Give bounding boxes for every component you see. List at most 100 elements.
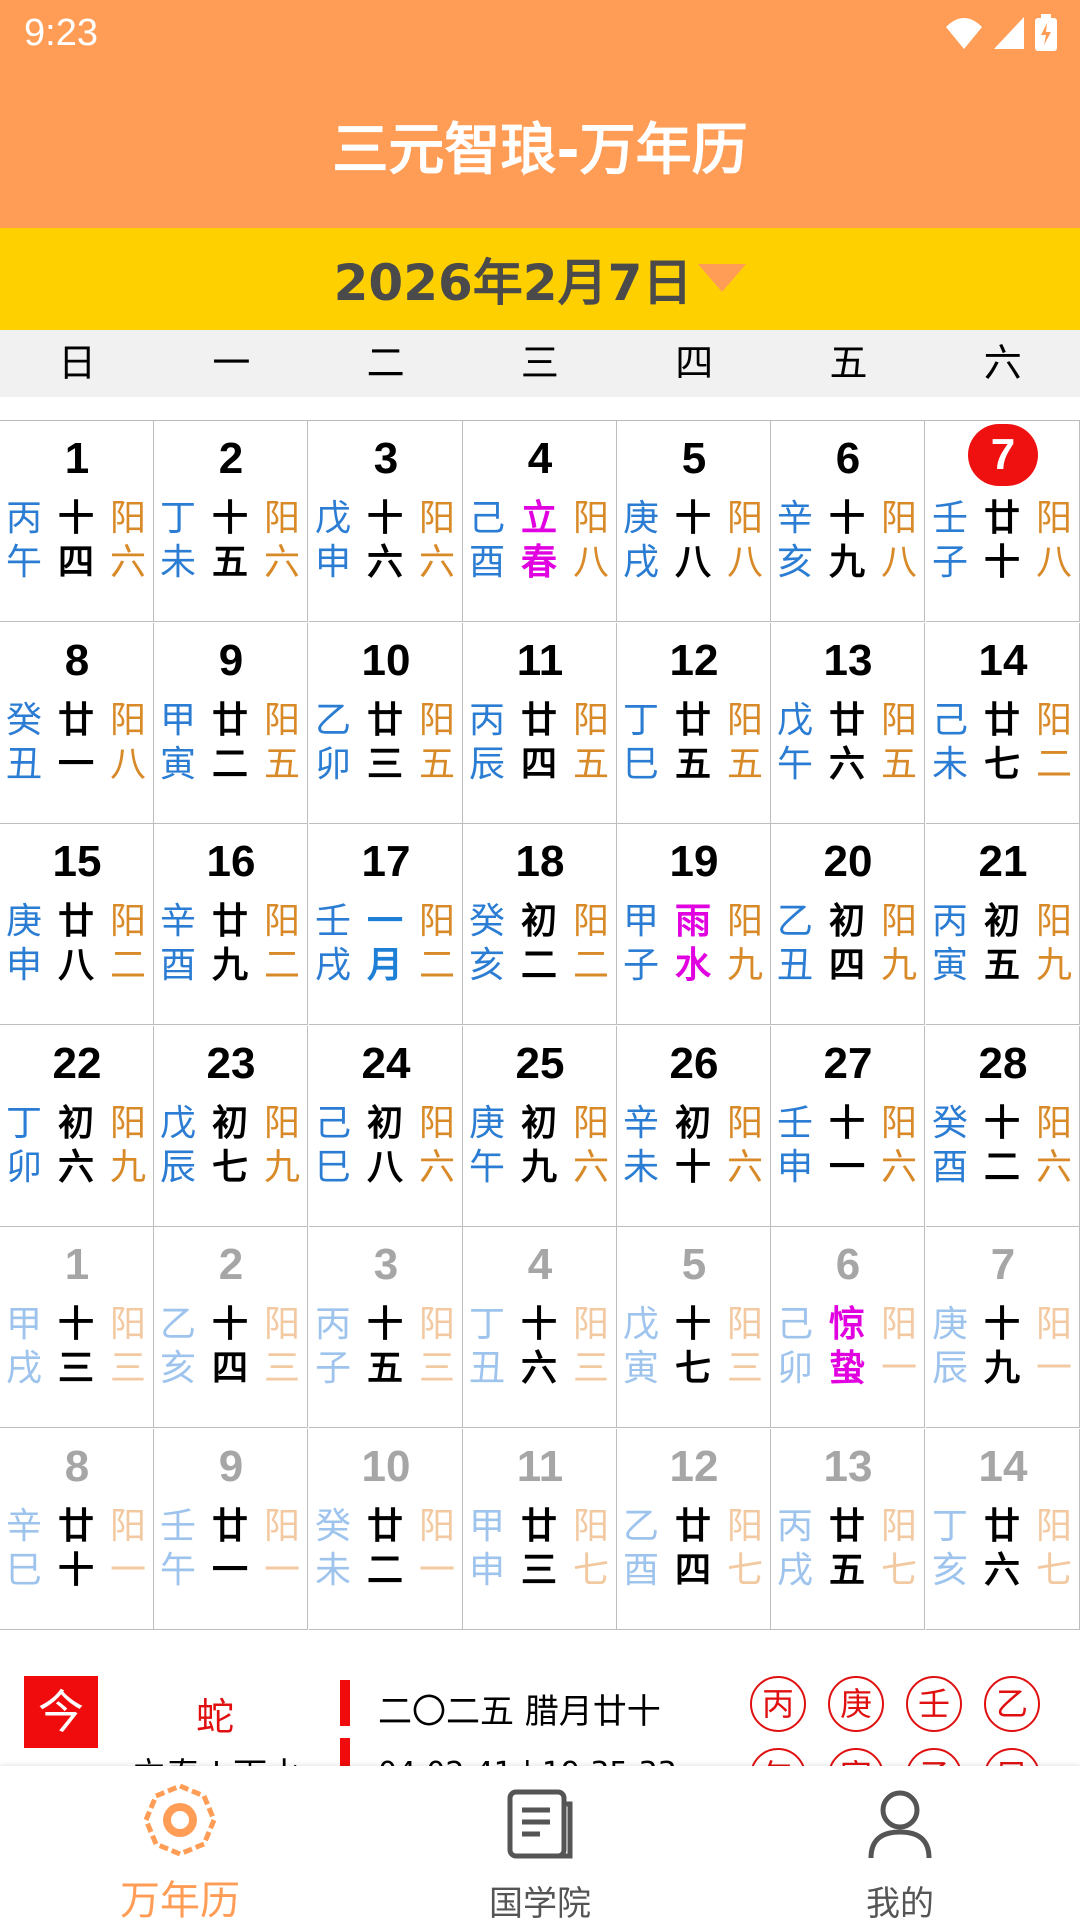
- ganzhi-label: 戊申: [314, 498, 351, 583]
- day-cell[interactable]: 13 丙戌 廿五 阳七: [771, 1429, 925, 1630]
- day-cell[interactable]: 8 辛巳 廿十 阳一: [0, 1429, 154, 1630]
- weekday-label: 四: [675, 341, 714, 385]
- today-button[interactable]: 今: [24, 1676, 98, 1748]
- day-cell[interactable]: 13 戊午 廿六 阳五: [771, 623, 925, 824]
- ganzhi-label: 甲子: [622, 901, 659, 986]
- day-cell[interactable]: 11 丙辰 廿四 阳五: [463, 623, 617, 824]
- ganzhi-label: 辛酉: [159, 901, 196, 986]
- nav-item-calendar[interactable]: 万年历: [0, 1766, 360, 1924]
- day-cell[interactable]: 7 壬子 廿十 阳八: [926, 421, 1080, 622]
- day-cell[interactable]: 2 乙亥 十四 阳三: [154, 1227, 308, 1428]
- lunar-day-label: 廿二: [211, 700, 248, 785]
- day-cell[interactable]: 26 辛未 初十 阳六: [617, 1026, 771, 1227]
- day-cell[interactable]: 25 庚午 初九 阳六: [463, 1026, 617, 1227]
- flying-star-label: 阳三: [726, 1304, 763, 1389]
- ganzhi-label: 丁亥: [931, 1506, 968, 1591]
- day-cell[interactable]: 21 丙寅 初五 阳九: [926, 824, 1080, 1025]
- nav-item-academy[interactable]: 国学院: [360, 1766, 720, 1924]
- day-cell[interactable]: 3 戊申 十六 阳六: [309, 421, 463, 622]
- day-cell[interactable]: 4 己酉 立春 阳八: [463, 421, 617, 622]
- flying-star-label: 阳一: [1035, 1304, 1072, 1389]
- ganzhi-label: 己酉: [468, 498, 505, 583]
- lunar-day-label: 廿二: [366, 1506, 403, 1591]
- date-number: 22: [52, 1039, 102, 1088]
- day-cell[interactable]: 10 乙卯 廿三 阳五: [309, 623, 463, 824]
- date-number: 14: [978, 1442, 1028, 1491]
- day-cell[interactable]: 19 甲子 雨水 阳九: [617, 824, 771, 1025]
- flying-star-label: 阳二: [1035, 700, 1072, 785]
- date-number: 2: [218, 434, 244, 483]
- day-cell[interactable]: 9 壬午 廿一 阳一: [154, 1429, 308, 1630]
- day-cell[interactable]: 6 辛亥 十九 阳八: [771, 421, 925, 622]
- document-icon: [507, 1789, 573, 1859]
- lunar-day-label: 初九: [520, 1103, 557, 1188]
- day-cell[interactable]: 7 庚辰 十九 阳一: [926, 1227, 1080, 1428]
- date-number: 14: [978, 636, 1028, 685]
- date-number: 12: [669, 1442, 719, 1491]
- ganzhi-label: 丙午: [5, 498, 42, 583]
- day-cell[interactable]: 8 癸丑 廿一 阳八: [0, 623, 154, 824]
- ganzhi-label: 戊辰: [159, 1103, 196, 1188]
- term-times-label: 04:02:41 | 19:35:33: [378, 1756, 677, 1766]
- lunar-day-label: 一月: [366, 901, 403, 986]
- flying-star-label: 阳九: [880, 901, 917, 986]
- nav-label: 我的: [866, 1884, 934, 1924]
- day-cell[interactable]: 6 己卯 惊蛰 阳一: [771, 1227, 925, 1428]
- ganzhi-label: 戊寅: [622, 1304, 659, 1389]
- day-cell[interactable]: 5 戊寅 十七 阳三: [617, 1227, 771, 1428]
- date-number: 3: [373, 434, 399, 483]
- day-cell[interactable]: 28 癸酉 十二 阳六: [926, 1026, 1080, 1227]
- day-cell[interactable]: 3 丙子 十五 阳三: [309, 1227, 463, 1428]
- wifi-icon: [946, 18, 982, 49]
- ganzhi-label: 壬午: [159, 1506, 196, 1591]
- day-cell[interactable]: 12 乙酉 廿四 阳七: [617, 1429, 771, 1630]
- date-number: 16: [206, 837, 256, 886]
- day-cell[interactable]: 15 庚申 廿八 阳二: [0, 824, 154, 1025]
- lunar-day-label: 廿十: [983, 498, 1020, 583]
- ganzhi-label: 癸酉: [931, 1103, 968, 1188]
- flying-star-label: 阳三: [572, 1304, 609, 1389]
- day-cell[interactable]: 16 辛酉 廿九 阳二: [154, 824, 308, 1025]
- red-bar: [340, 1738, 350, 1766]
- day-cell[interactable]: 9 甲寅 廿二 阳五: [154, 623, 308, 824]
- day-cell[interactable]: 12 丁巳 廿五 阳五: [617, 623, 771, 824]
- lunar-day-label: 廿五: [828, 1506, 865, 1591]
- date-number: 8: [64, 636, 90, 685]
- ganzhi-label: 甲申: [468, 1506, 505, 1591]
- ganzhi-label: 乙卯: [314, 700, 351, 785]
- flying-star-label: 阳五: [572, 700, 609, 785]
- lunar-day-label: 十一: [828, 1103, 865, 1188]
- ganzhi-circle: 子: [906, 1748, 962, 1766]
- day-cell[interactable]: 14 己未 廿七 阳二: [926, 623, 1080, 824]
- day-cell[interactable]: 24 己巳 初八 阳六: [309, 1026, 463, 1227]
- lunar-day-label: 廿三: [520, 1506, 557, 1591]
- day-cell[interactable]: 1 丙午 十四 阳六: [0, 421, 154, 622]
- day-cell[interactable]: 17 壬戌 一月 阳二: [309, 824, 463, 1025]
- day-cell[interactable]: 2 丁未 十五 阳六: [154, 421, 308, 622]
- day-cell[interactable]: 20 乙丑 初四 阳九: [771, 824, 925, 1025]
- flying-star-label: 阳六: [880, 1103, 917, 1188]
- flying-star-label: 阳九: [726, 901, 763, 986]
- selected-date[interactable]: 2026年2月7日: [334, 243, 693, 315]
- day-cell[interactable]: 1 甲戌 十三 阳三: [0, 1227, 154, 1428]
- nav-item-profile[interactable]: 我的: [720, 1766, 1080, 1924]
- day-cell[interactable]: 22 丁卯 初六 阳九: [0, 1026, 154, 1227]
- date-selector[interactable]: 2026年2月7日: [0, 228, 1080, 330]
- day-cell[interactable]: 23 戊辰 初七 阳九: [154, 1026, 308, 1227]
- date-number: 6: [835, 1240, 861, 1289]
- lunar-day-label: 十八: [674, 498, 711, 583]
- day-cell[interactable]: 27 壬申 十一 阳六: [771, 1026, 925, 1227]
- day-cell[interactable]: 10 癸未 廿二 阳一: [309, 1429, 463, 1630]
- ganzhi-circle: 丙: [750, 1676, 806, 1732]
- day-cell[interactable]: 14 丁亥 廿六 阳七: [926, 1429, 1080, 1630]
- day-cell[interactable]: 5 庚戌 十八 阳八: [617, 421, 771, 622]
- day-cell[interactable]: 18 癸亥 初二 阳二: [463, 824, 617, 1025]
- dropdown-triangle-icon[interactable]: [698, 264, 747, 294]
- flying-star-label: 阳一: [880, 1304, 917, 1389]
- ganzhi-label: 丁未: [159, 498, 196, 583]
- lunar-day-label: 十九: [983, 1304, 1020, 1389]
- flying-star-label: 阳六: [418, 1103, 455, 1188]
- day-cell[interactable]: 11 甲申 廿三 阳七: [463, 1429, 617, 1630]
- date-number: 23: [206, 1039, 256, 1088]
- day-cell[interactable]: 4 丁丑 十六 阳三: [463, 1227, 617, 1428]
